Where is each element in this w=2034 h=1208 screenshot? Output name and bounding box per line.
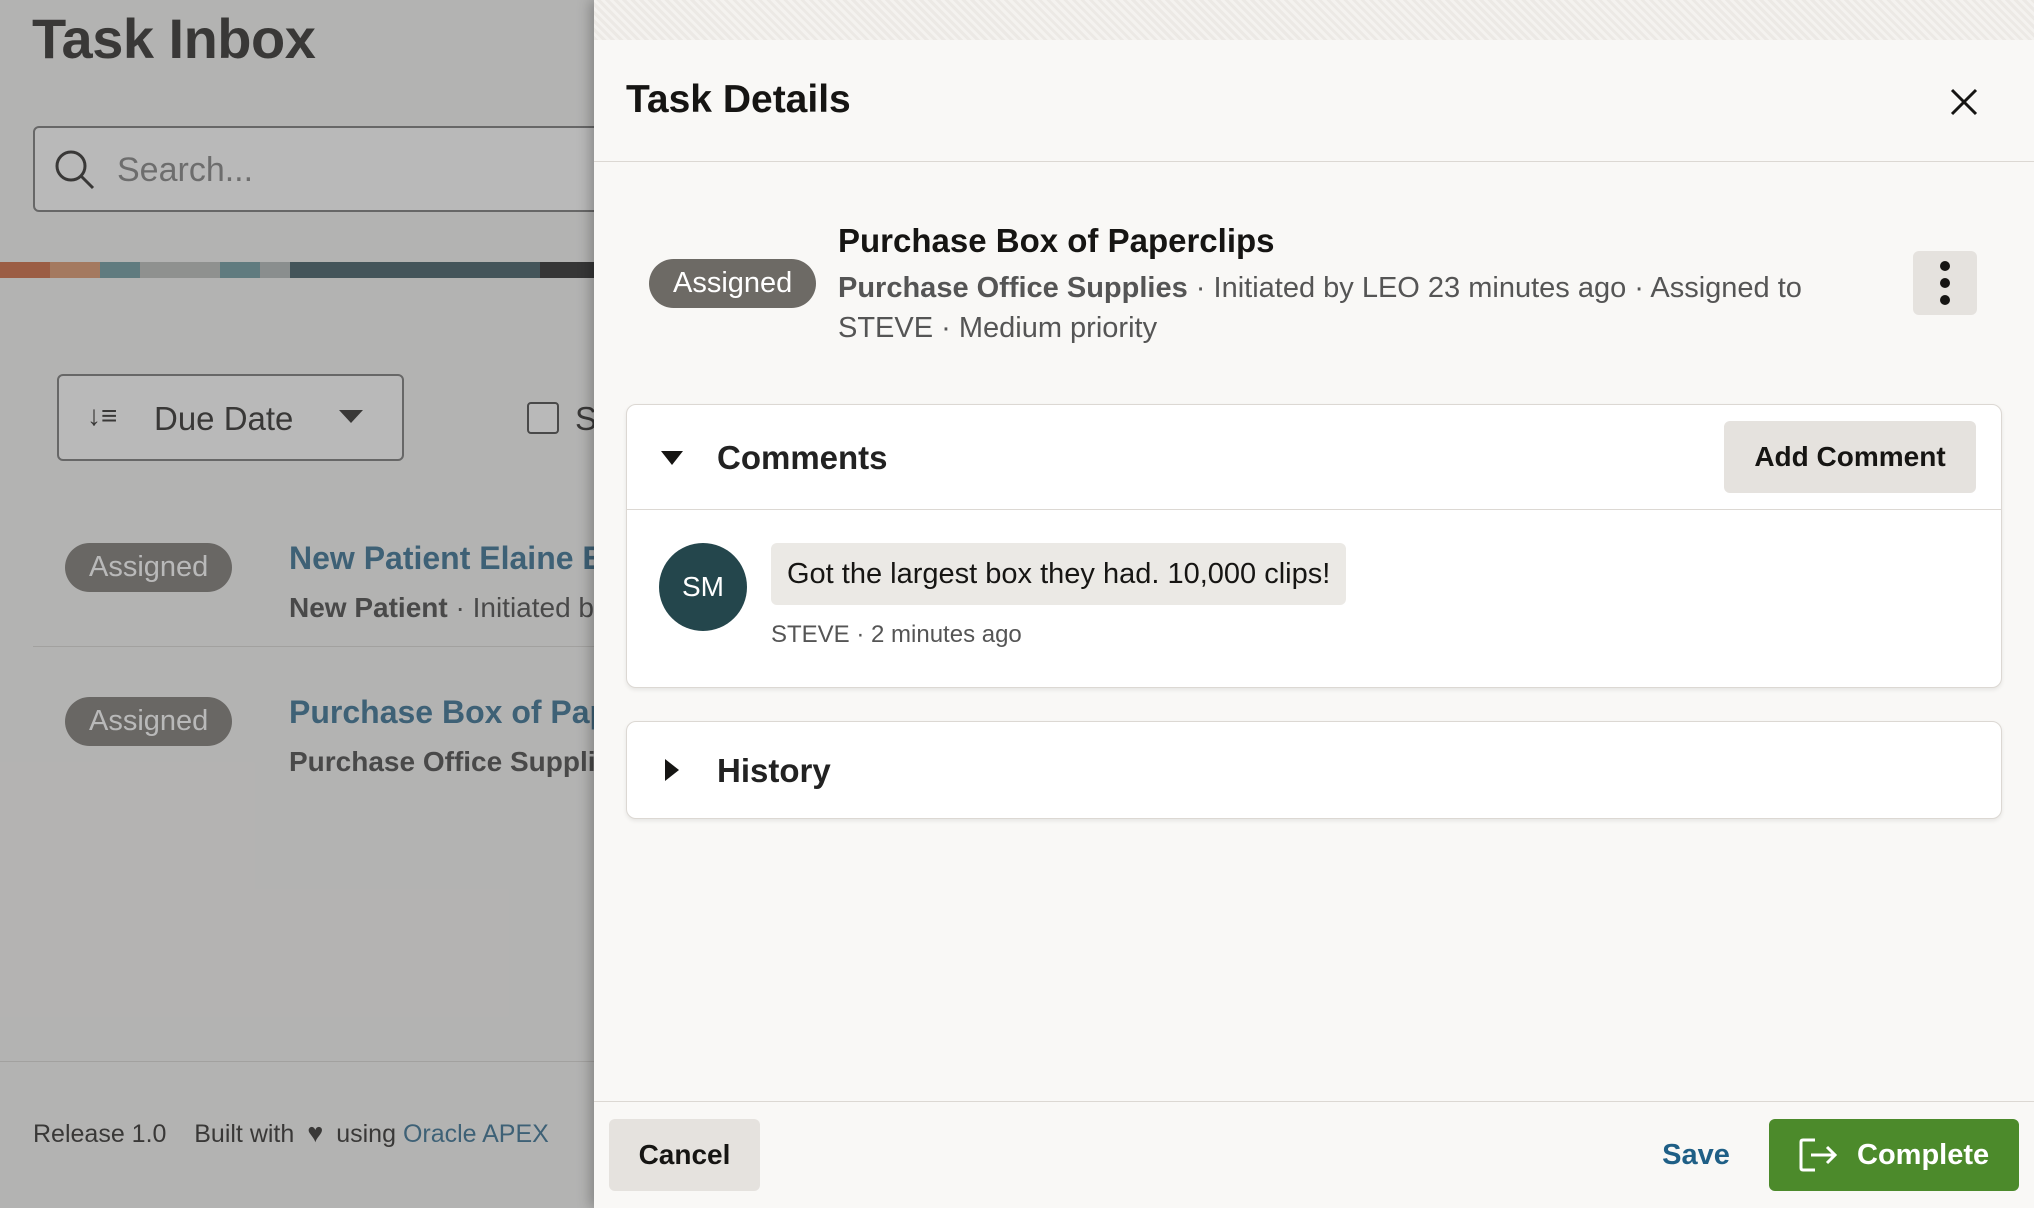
save-button[interactable]: Save <box>1636 1119 1756 1191</box>
drawer-top-pattern <box>594 0 2034 40</box>
more-actions-button[interactable] <box>1913 251 1977 315</box>
complete-label: Complete <box>1857 1139 1990 1171</box>
close-button[interactable] <box>1942 80 1986 124</box>
comments-title: Comments <box>717 439 888 476</box>
task-summary: Purchase Office Supplies · Initiated by … <box>838 268 1858 348</box>
drawer-header-divider <box>594 161 2034 162</box>
drawer-title: Task Details <box>626 78 851 121</box>
status-badge: Assigned <box>649 259 817 308</box>
comment-meta: STEVE · 2 minutes ago <box>771 621 1022 648</box>
add-comment-button[interactable]: Add Comment <box>1724 421 1976 493</box>
drawer-footer-divider <box>594 1101 2034 1102</box>
task-details-drawer: Task Details Assigned Purchase Box of Pa… <box>594 0 2034 1208</box>
task-title: Purchase Box of Paperclips <box>838 222 1275 259</box>
close-icon <box>1950 88 1978 116</box>
comments-region: Comments Add Comment SM Got the largest … <box>626 404 2002 688</box>
task-type: Purchase Office Supplies <box>838 272 1188 304</box>
complete-button[interactable]: Complete <box>1769 1119 2019 1191</box>
avatar: SM <box>659 543 747 631</box>
comments-divider <box>627 509 2001 510</box>
cancel-button[interactable]: Cancel <box>609 1119 760 1191</box>
history-title: History <box>717 752 831 789</box>
complete-icon <box>1799 1138 1838 1172</box>
modal-overlay[interactable] <box>0 0 594 1208</box>
comment-text: Got the largest box they had. 10,000 cli… <box>771 543 1347 605</box>
history-region[interactable]: History <box>626 721 2002 819</box>
caret-right-icon <box>665 759 679 781</box>
caret-down-icon <box>661 451 683 465</box>
